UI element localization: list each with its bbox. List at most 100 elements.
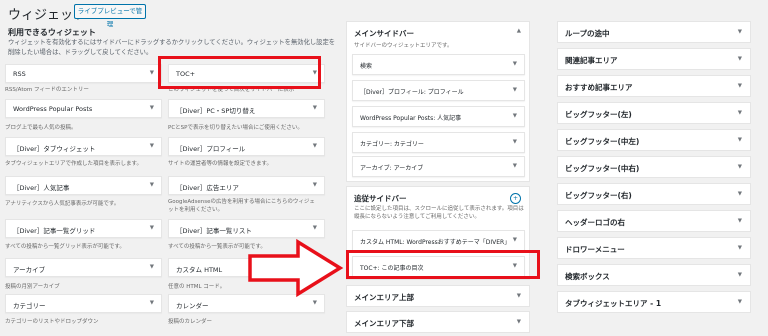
- main-sidebar: メインサイドバー ▲ サイドバーのウィジェットエリアです。 検索 ▼ ［Diver…: [346, 21, 530, 182]
- add-widget-icon[interactable]: +: [510, 193, 521, 204]
- chevron-down-icon: ▼: [512, 87, 517, 93]
- sidebar-widget[interactable]: ［Diver］プロフィール: プロフィール ▼: [352, 80, 525, 101]
- widget-label: ［Diver］広告エリア: [176, 184, 239, 192]
- widget-label: ［Diver］PC・SP切り替え: [176, 107, 256, 115]
- chevron-down-icon: ▼: [737, 191, 742, 197]
- widget-description: RSS/Atom フィードのエントリー: [5, 87, 89, 93]
- chevron-down-icon: ▼: [149, 300, 154, 306]
- widget-area[interactable]: おすすめ記事エリア ▼: [557, 75, 751, 97]
- sidebar-description: サイドバーのウィジェットエリアです。: [354, 43, 453, 49]
- widget-area[interactable]: ビッグフッター(中左) ▼: [557, 129, 751, 151]
- sidebar-title: 追従サイドバー: [354, 194, 407, 203]
- chevron-down-icon: ▼: [737, 272, 742, 278]
- widget-area-main-bottom[interactable]: メインエリア下部 ▼: [346, 311, 530, 333]
- chevron-down-icon: ▼: [512, 61, 517, 67]
- widget-diver-pc-sp[interactable]: ［Diver］PC・SP切り替え ▼: [168, 99, 325, 118]
- area-label: タブウィジェットエリア - 1: [565, 299, 662, 308]
- chevron-down-icon: ▼: [312, 225, 317, 231]
- chevron-down-icon: ▼: [516, 293, 521, 299]
- area-label: 関連記事エリア: [565, 56, 618, 65]
- arrow-right-icon: [248, 238, 344, 298]
- widget-description: 投稿のカレンダー: [168, 319, 213, 325]
- chevron-down-icon: ▼: [149, 182, 154, 188]
- chevron-down-icon: ▼: [737, 137, 742, 143]
- widget-label: 検索: [360, 63, 373, 70]
- sidebar-widget[interactable]: カテゴリー: カテゴリー ▼: [352, 132, 525, 153]
- chevron-down-icon: ▼: [149, 70, 154, 76]
- widget-label: アーカイブ: [13, 266, 46, 274]
- area-label: メインエリア下部: [354, 319, 414, 328]
- widget-category[interactable]: カテゴリー ▼: [5, 294, 162, 313]
- available-widgets-title: 利用できるウィジェット: [8, 28, 96, 37]
- chevron-down-icon: ▼: [737, 56, 742, 62]
- widget-diver-ad[interactable]: ［Diver］広告エリア ▼: [168, 176, 325, 195]
- widget-area[interactable]: 関連記事エリア ▼: [557, 48, 751, 70]
- widget-description: カテゴリーのリストやドロップダウン: [5, 319, 99, 325]
- widget-area[interactable]: ループの途中 ▼: [557, 21, 751, 43]
- chevron-down-icon: ▼: [737, 164, 742, 170]
- sidebar-widget[interactable]: アーカイブ: アーカイブ ▼: [352, 156, 525, 177]
- widget-description: GoogleAdsenseの広告を利用する場合にこちらのウィジェットを利用くださ…: [168, 199, 315, 213]
- widget-archive[interactable]: アーカイブ ▼: [5, 258, 162, 277]
- widget-area[interactable]: ドロワーメニュー ▼: [557, 237, 751, 259]
- widget-area[interactable]: ヘッダーロゴの右 ▼: [557, 210, 751, 232]
- chevron-up-icon[interactable]: ▲: [517, 28, 521, 34]
- sidebar-widget[interactable]: 検索 ▼: [352, 54, 525, 75]
- widget-area[interactable]: 検索ボックス ▼: [557, 264, 751, 286]
- chevron-down-icon: ▼: [312, 182, 317, 188]
- area-label: ビッグフッター(中右): [565, 164, 640, 173]
- widget-diver-list[interactable]: ［Diver］記事一覧リスト ▼: [168, 219, 325, 238]
- area-label: 検索ボックス: [565, 272, 610, 281]
- chevron-down-icon: ▼: [737, 218, 742, 224]
- widget-label: RSS: [13, 70, 26, 78]
- widget-description: ブログ上で最も人気の投稿。: [5, 125, 77, 131]
- area-label: ビッグフッター(右): [565, 191, 632, 200]
- widget-label: カテゴリー: カテゴリー: [360, 141, 424, 148]
- chevron-down-icon: ▼: [312, 300, 317, 306]
- widget-area[interactable]: ビッグフッター(中右) ▼: [557, 156, 751, 178]
- widget-rss[interactable]: RSS ▼: [5, 64, 162, 83]
- sidebar-widget[interactable]: カスタム HTML: WordPressおすすめテーマ「DIVER」 ▼: [352, 230, 525, 251]
- widget-label: カテゴリー: [13, 302, 46, 310]
- widget-label: カスタム HTML: WordPressおすすめテーマ「DIVER」: [360, 239, 511, 246]
- chevron-down-icon: ▼: [516, 319, 521, 325]
- chevron-down-icon: ▼: [512, 237, 517, 243]
- available-widgets-description: ウィジェットを有効化するにはサイドバーにドラッグするかクリックしてください。ウィ…: [8, 39, 336, 56]
- chevron-down-icon: ▼: [512, 113, 517, 119]
- chevron-down-icon: ▼: [737, 83, 742, 89]
- chevron-down-icon: ▼: [512, 163, 517, 169]
- widget-area[interactable]: ビッグフッター(右) ▼: [557, 183, 751, 205]
- chevron-down-icon: ▼: [312, 143, 317, 149]
- sidebar-widget[interactable]: WordPress Popular Posts: 人気記事 ▼: [352, 106, 525, 127]
- area-label: ヘッダーロゴの右: [565, 218, 625, 227]
- widget-label: ［Diver］人気記事: [13, 184, 70, 192]
- widget-diver-grid[interactable]: ［Diver］記事一覧グリッド ▼: [5, 219, 162, 238]
- widget-description: タブウィジェットエリアで作成した項目を表示します。: [5, 161, 142, 167]
- chevron-down-icon: ▼: [737, 110, 742, 116]
- chevron-down-icon: ▼: [149, 225, 154, 231]
- widget-area[interactable]: ビッグフッター(左) ▼: [557, 102, 751, 124]
- widget-diver-popular[interactable]: ［Diver］人気記事 ▼: [5, 176, 162, 195]
- area-label: ドロワーメニュー: [565, 245, 625, 254]
- widget-area-main-top[interactable]: メインエリア上部 ▼: [346, 285, 530, 307]
- widget-label: WordPress Popular Posts: [13, 105, 93, 113]
- widget-label: ［Diver］プロフィール: [176, 145, 246, 153]
- live-preview-button[interactable]: ライブプレビューで管理: [74, 4, 146, 28]
- area-label: ループの途中: [565, 29, 610, 38]
- widget-label: ［Diver］タブウィジェット: [13, 145, 96, 153]
- widget-description: すべての投稿から一覧グリッド表示が可能です。: [5, 244, 125, 250]
- widget-diver-tab[interactable]: ［Diver］タブウィジェット ▼: [5, 137, 162, 156]
- widget-area[interactable]: タブウィジェットエリア - 1 ▼: [557, 291, 751, 313]
- sidebar-title: メインサイドバー: [354, 29, 414, 38]
- widget-label: カレンダー: [176, 302, 209, 310]
- chevron-down-icon: ▼: [149, 143, 154, 149]
- widget-description: アナリティクスから人気記事表示が可能です。: [5, 201, 120, 207]
- area-label: おすすめ記事エリア: [565, 83, 633, 92]
- chevron-down-icon: ▼: [149, 105, 154, 111]
- chevron-down-icon: ▼: [737, 245, 742, 251]
- widget-diver-profile[interactable]: ［Diver］プロフィール ▼: [168, 137, 325, 156]
- area-label: メインエリア上部: [354, 293, 414, 302]
- chevron-down-icon: ▼: [149, 264, 154, 270]
- widget-wordpress-popular-posts[interactable]: WordPress Popular Posts ▼: [5, 99, 162, 118]
- highlight-box: [158, 56, 321, 89]
